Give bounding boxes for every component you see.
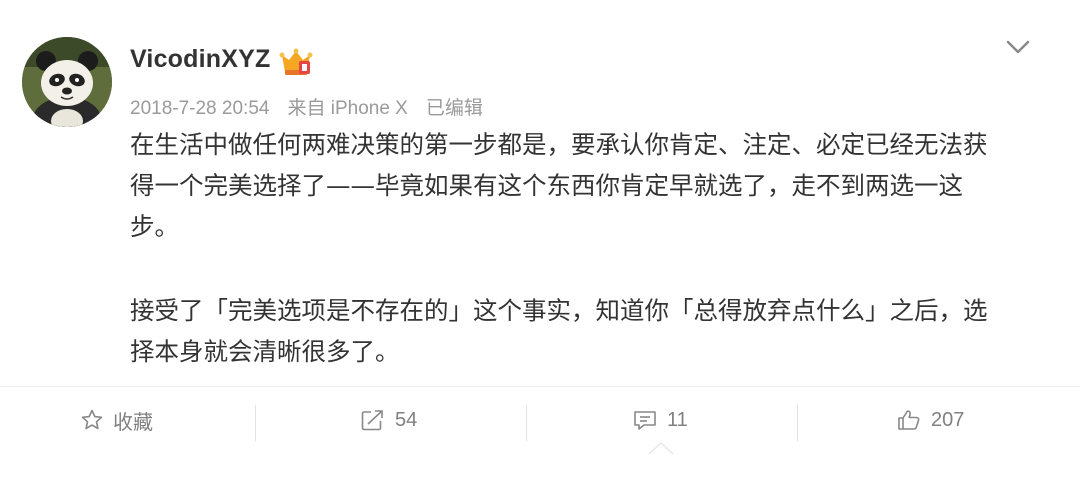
separator	[526, 405, 527, 441]
vip-crown-icon[interactable]	[279, 48, 313, 78]
thumbs-up-icon	[898, 410, 920, 430]
username[interactable]: VicodinXYZ	[130, 45, 270, 74]
repost-count: 54	[395, 408, 418, 431]
action-bar: 收藏 54 11 207	[0, 395, 1080, 445]
panda-avatar-icon	[22, 37, 112, 127]
comment-button[interactable]: 11	[632, 395, 688, 445]
post-content: 在生活中做任何两难决策的第一步都是，要承认你肯定、注定、必定已经无法获 得一个完…	[130, 124, 1030, 415]
like-count: 207	[931, 408, 965, 431]
repost-icon	[361, 410, 383, 431]
comment-count: 11	[667, 408, 688, 431]
divider	[0, 386, 1080, 387]
comment-pointer-caret	[648, 442, 674, 455]
text-line: 步。	[130, 212, 179, 241]
repost-button[interactable]: 54	[360, 395, 417, 445]
separator	[797, 405, 798, 441]
edited-label[interactable]: 已编辑	[426, 98, 483, 119]
like-button[interactable]: 207	[896, 395, 964, 445]
timestamp: 2018-7-28 20:54	[130, 98, 270, 119]
favorite-label: 收藏	[113, 411, 153, 434]
text-line: 在生活中做任何两难决策的第一步都是，要承认你肯定、注定、必定已经无法获	[130, 130, 988, 159]
avatar[interactable]	[22, 37, 112, 127]
post-meta: 2018-7-28 20:54 来自 iPhone X 已编辑	[130, 93, 497, 120]
post-source: 来自 iPhone X	[287, 98, 408, 119]
separator	[255, 405, 256, 441]
paragraph: 在生活中做任何两难决策的第一步都是，要承认你肯定、注定、必定已经无法获 得一个完…	[130, 124, 1030, 247]
text-line: 择本身就会清晰很多了。	[130, 337, 400, 366]
chevron-down-icon[interactable]	[1004, 36, 1032, 58]
text-line: 接受了「完美选项是不存在的」这个事实，知道你「总得放弃点什么」之后，选	[130, 296, 988, 325]
text-line: 得一个完美选择了——毕竟如果有这个东西你肯定早就选了，走不到两选一这	[130, 171, 963, 200]
paragraph: 接受了「完美选项是不存在的」这个事实，知道你「总得放弃点什么」之后，选 择本身就…	[130, 290, 1030, 372]
weibo-post: VicodinXYZ 2018-7-28 20:54 来自 iPhone X 已编辑…	[0, 0, 1080, 479]
star-icon	[81, 409, 103, 430]
favorite-button[interactable]: 收藏	[80, 395, 153, 445]
comment-icon	[634, 411, 656, 430]
